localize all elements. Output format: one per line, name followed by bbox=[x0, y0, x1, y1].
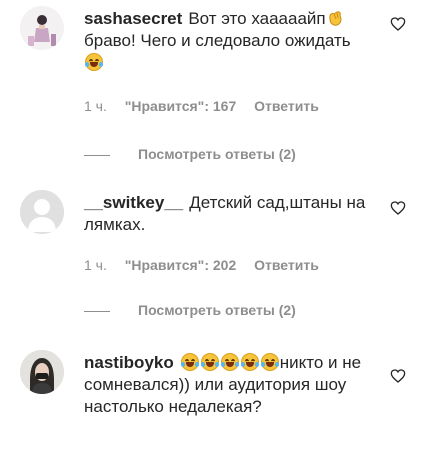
comment-time[interactable]: 1 ч. bbox=[84, 98, 107, 114]
heart-icon[interactable] bbox=[390, 200, 406, 216]
avatar[interactable] bbox=[20, 190, 64, 234]
comment-text: sashasecret Вот это хааааайп браво! Чего … bbox=[84, 8, 374, 74]
comment-likes[interactable]: "Нравится": 202 bbox=[125, 257, 236, 273]
reply-button[interactable]: Ответить bbox=[254, 98, 319, 114]
view-replies-label: Посмотреть ответы (2) bbox=[138, 146, 296, 162]
heart-icon[interactable] bbox=[390, 16, 406, 32]
clapping-hands-icon bbox=[326, 9, 344, 27]
face-with-tears-of-joy-icon bbox=[85, 53, 103, 71]
comment-meta: 1 ч. "Нравится": 167 Ответить bbox=[84, 98, 333, 114]
reply-button[interactable]: Ответить bbox=[254, 257, 319, 273]
face-with-tears-of-joy-icon bbox=[240, 353, 259, 371]
face-with-tears-of-joy-icon bbox=[200, 353, 219, 371]
view-replies-label: Посмотреть ответы (2) bbox=[138, 302, 296, 318]
comment-username[interactable]: nastiboyko bbox=[84, 353, 174, 372]
comment-time[interactable]: 1 ч. bbox=[84, 257, 107, 273]
comment-text: __switkey__ Детский сад,штаны на лямках. bbox=[84, 192, 374, 236]
face-with-tears-of-joy-icon bbox=[260, 353, 279, 371]
comment-body: Вот это хааааайп bbox=[188, 9, 326, 28]
comment-body-2: браво! Чего и следовало ожидать bbox=[84, 31, 351, 50]
view-replies-button[interactable]: Посмотреть ответы (2) bbox=[84, 146, 296, 162]
face-with-tears-of-joy-icon bbox=[180, 353, 199, 371]
avatar[interactable] bbox=[20, 6, 64, 50]
comment-username[interactable]: __switkey__ bbox=[84, 193, 183, 212]
replies-divider bbox=[84, 310, 110, 312]
replies-divider bbox=[84, 154, 110, 156]
comment-text: nastiboyko никто и не сомневался)) или ау… bbox=[84, 352, 374, 418]
heart-icon[interactable] bbox=[390, 368, 406, 384]
face-with-tears-of-joy-icon bbox=[220, 353, 239, 371]
view-replies-button[interactable]: Посмотреть ответы (2) bbox=[84, 302, 296, 318]
comment-meta: 1 ч. "Нравится": 202 Ответить bbox=[84, 257, 333, 273]
avatar[interactable] bbox=[20, 350, 64, 394]
comment-likes[interactable]: "Нравится": 167 bbox=[125, 98, 236, 114]
comment-username[interactable]: sashasecret bbox=[84, 9, 182, 28]
